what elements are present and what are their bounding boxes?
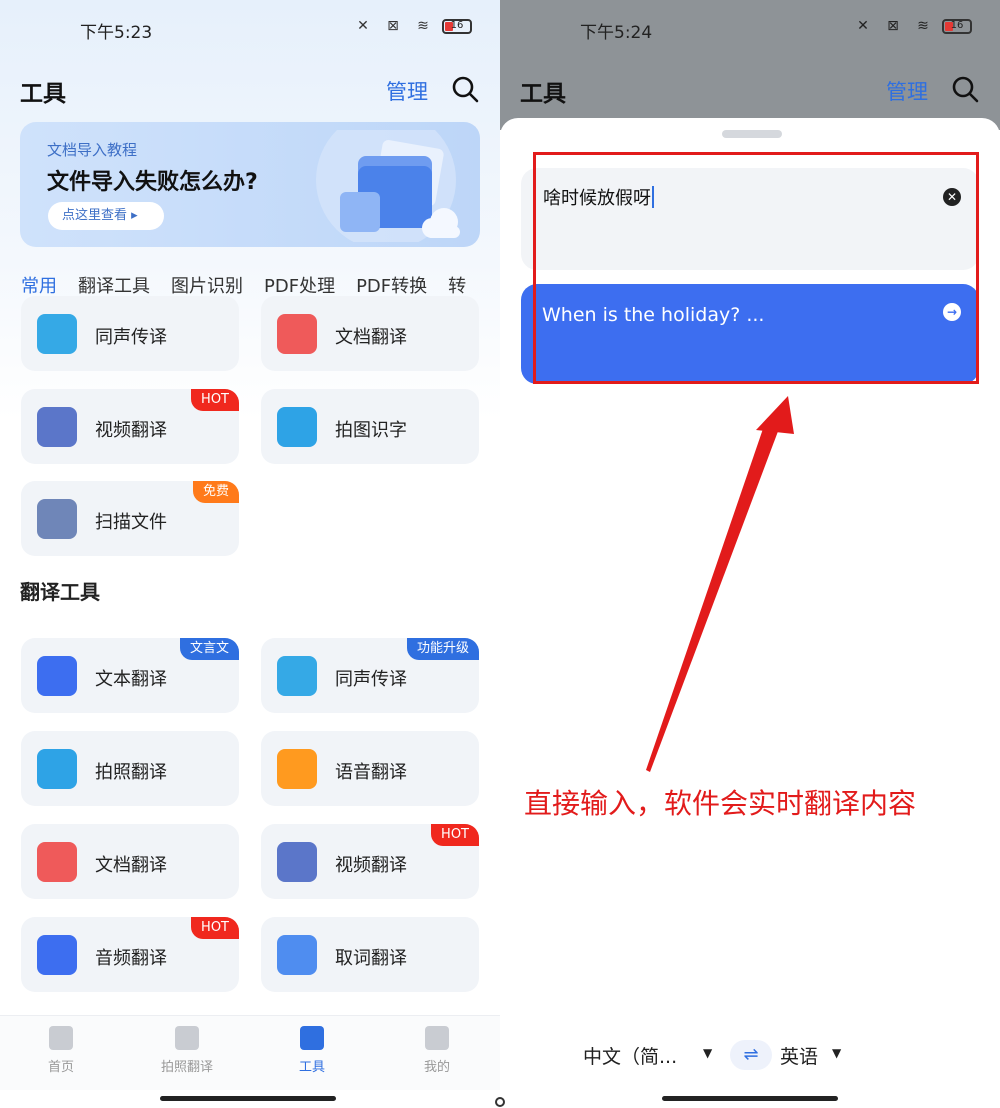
tool-card-badge: 免费: [192, 481, 239, 503]
tool-card-label: 拍图识字: [335, 420, 407, 441]
page-header: 工具 管理: [0, 70, 500, 110]
camera-translate-icon: [37, 749, 77, 789]
battery-icon: 16: [442, 18, 472, 34]
video-translate-icon: [37, 407, 77, 447]
tool-card-label: 扫描文件: [95, 512, 167, 533]
tool-card[interactable]: 取词翻译: [261, 917, 479, 992]
tool-card-badge: 功能升级: [406, 638, 479, 660]
video-translate-icon: [277, 842, 317, 882]
dropdown-icon[interactable]: ▼: [832, 1046, 841, 1060]
tool-card-label: 音频翻译: [95, 948, 167, 969]
status-time: 下午5:24: [580, 23, 653, 43]
page-title: 工具: [20, 81, 66, 107]
document-translate-icon: [277, 314, 317, 354]
translate-sheet-screen: 下午5:24 ✕ ⊠ ≋ 16 工具 管理 啥时候放假呀 ✕ When is t…: [500, 0, 1000, 1108]
language-selector: 中文（简... ▼ ⇌ 英语 ▼: [500, 1038, 1000, 1072]
tool-card[interactable]: 文档翻译: [261, 296, 479, 371]
search-icon[interactable]: [950, 74, 980, 104]
banner-title: 文件导入失败怎么办?: [47, 170, 258, 195]
sheet-grabber[interactable]: [722, 130, 782, 138]
tutorial-banner[interactable]: 文档导入教程 文件导入失败怎么办? 点这里查看 ▸: [20, 122, 480, 247]
tabbar-home[interactable]: 首页: [16, 1026, 106, 1075]
tool-card-label: 文本翻译: [95, 669, 167, 690]
page-title: 工具: [520, 81, 566, 107]
tools-icon: [300, 1026, 324, 1050]
tool-card[interactable]: 拍照翻译: [21, 731, 239, 806]
tool-card[interactable]: 同声传译: [21, 296, 239, 371]
home-indicator: [662, 1096, 838, 1101]
tool-card-badge: 文言文: [179, 638, 239, 660]
sim-icon: ⊠: [387, 18, 399, 34]
voice-translate-icon: [277, 749, 317, 789]
tool-card-badge: HOT: [191, 389, 239, 411]
source-language[interactable]: 中文（简...: [583, 1042, 677, 1069]
tool-card[interactable]: 音频翻译 HOT: [21, 917, 239, 992]
mute-icon: ✕: [857, 18, 869, 34]
tool-card-label: 同声传译: [95, 327, 167, 348]
view-tutorial-button[interactable]: 点这里查看 ▸: [48, 202, 164, 230]
tool-card-label: 视频翻译: [335, 855, 407, 876]
tabbar-tools[interactable]: 工具: [267, 1026, 357, 1075]
home-icon: [49, 1026, 73, 1050]
status-time: 下午5:23: [80, 23, 153, 43]
banner-subtitle: 文档导入教程: [47, 141, 138, 159]
home-indicator: [160, 1096, 336, 1101]
camera-icon: [175, 1026, 199, 1050]
battery-icon: 16: [942, 18, 972, 34]
document-translate-icon: [37, 842, 77, 882]
tool-card-label: 文档翻译: [95, 855, 167, 876]
highlight-box: [533, 152, 979, 384]
tool-card[interactable]: 同声传译 功能升级: [261, 638, 479, 713]
tool-card[interactable]: 扫描文件 免费: [21, 481, 239, 556]
dropdown-icon[interactable]: ▼: [703, 1046, 712, 1060]
manage-button[interactable]: 管理: [386, 76, 428, 106]
wifi-icon: ≋: [417, 18, 429, 34]
simultaneous-interpretation-icon: [37, 314, 77, 354]
tool-card-badge: HOT: [431, 824, 479, 846]
text-translate-icon: [37, 656, 77, 696]
search-icon[interactable]: [450, 74, 480, 104]
profile-icon: [425, 1026, 449, 1050]
manage-button[interactable]: 管理: [886, 76, 928, 106]
tool-card-label: 视频翻译: [95, 420, 167, 441]
tool-card-label: 取词翻译: [335, 948, 407, 969]
swap-language-icon[interactable]: ⇌: [730, 1040, 772, 1070]
tools-screen: 下午5:23 ✕ ⊠ ≋ 16 工具 管理 文档导入教程 文件导入失败怎么办? …: [0, 0, 500, 1108]
tabbar-profile[interactable]: 我的: [392, 1026, 482, 1075]
tool-card-badge: HOT: [191, 917, 239, 939]
tool-card[interactable]: 文本翻译 文言文: [21, 638, 239, 713]
divider-dot: [495, 1097, 505, 1107]
folder-illustration-icon: [316, 130, 460, 242]
sim-icon: ⊠: [887, 18, 899, 34]
tabbar-camera-translate[interactable]: 拍照翻译: [142, 1026, 232, 1075]
tool-card-label: 同声传译: [335, 669, 407, 690]
audio-translate-icon: [37, 935, 77, 975]
bottom-tab-bar: 首页 拍照翻译 工具 我的: [0, 1015, 500, 1090]
tool-card[interactable]: 拍图识字: [261, 389, 479, 464]
photo-ocr-icon: [277, 407, 317, 447]
tool-card[interactable]: 视频翻译 HOT: [261, 824, 479, 899]
tool-card-label: 语音翻译: [335, 762, 407, 783]
status-bar: 下午5:24 ✕ ⊠ ≋ 16: [500, 14, 1000, 43]
word-pick-translate-icon: [277, 935, 317, 975]
wifi-icon: ≋: [917, 18, 929, 34]
simultaneous-interpretation-icon: [277, 656, 317, 696]
mute-icon: ✕: [357, 18, 369, 34]
tool-card[interactable]: 语音翻译: [261, 731, 479, 806]
section-title: 翻译工具: [20, 580, 100, 604]
tool-card[interactable]: 视频翻译 HOT: [21, 389, 239, 464]
status-bar: 下午5:23 ✕ ⊠ ≋ 16: [0, 14, 500, 43]
scan-file-icon: [37, 499, 77, 539]
page-header: 工具 管理: [500, 70, 1000, 110]
target-language[interactable]: 英语: [780, 1042, 818, 1069]
tool-card-label: 文档翻译: [335, 327, 407, 348]
tool-card[interactable]: 文档翻译: [21, 824, 239, 899]
tool-card-label: 拍照翻译: [95, 762, 167, 783]
annotation-text: 直接输入，软件会实时翻译内容: [524, 787, 917, 820]
